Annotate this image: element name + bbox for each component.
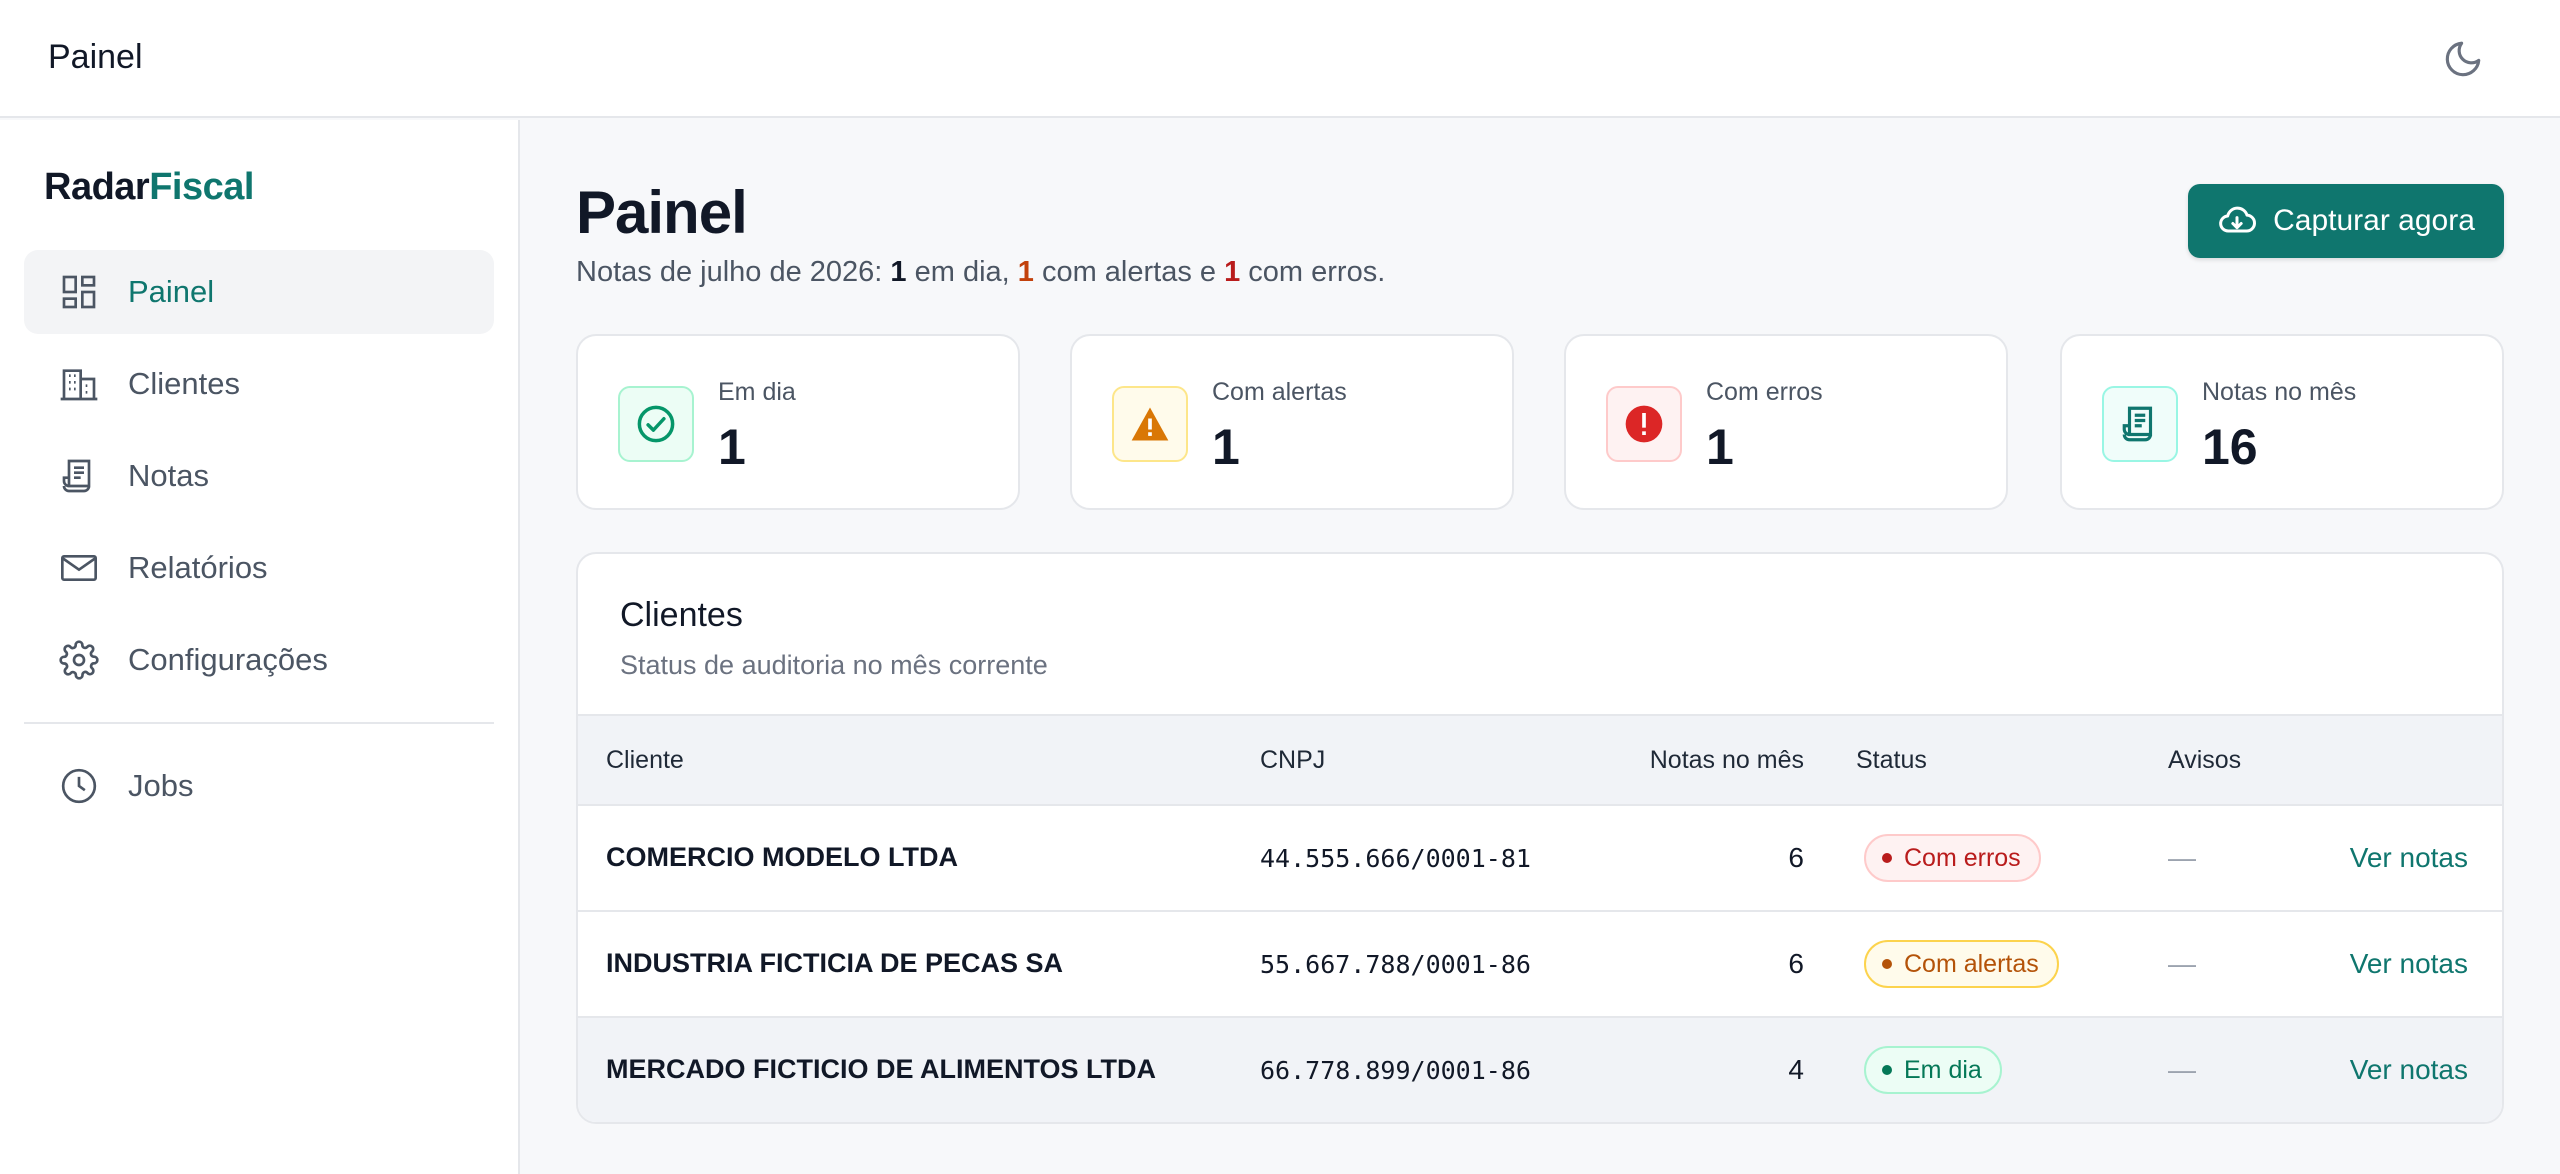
- subtitle-err-count: 1: [1224, 256, 1241, 288]
- client-warnings: —: [2168, 1054, 2196, 1085]
- sidebar-item-label: Painel: [128, 274, 215, 309]
- clients-subtitle: Status de auditoria no mês corrente: [620, 650, 1048, 680]
- table-row: INDUSTRIA FICTICIA DE PECAS SA 55.667.78…: [578, 912, 2502, 1018]
- check-circle-icon: [618, 386, 694, 462]
- topbar-title: Painel: [48, 38, 143, 76]
- client-cnpj: 55.667.788/0001-86: [1260, 950, 1531, 979]
- capture-now-button[interactable]: Capturar agora: [2188, 184, 2504, 258]
- stat-card-notas-no-mes: Notas no mês 16: [2060, 334, 2504, 510]
- stat-value: 1: [718, 419, 746, 475]
- client-name: MERCADO FICTICIO DE ALIMENTOS LTDA: [606, 1054, 1156, 1084]
- status-label: Com alertas: [1904, 949, 2039, 978]
- stat-card-com-erros: Com erros 1: [1564, 334, 2008, 510]
- status-label: Em dia: [1904, 1055, 1982, 1084]
- stat-label: Com erros: [1706, 378, 1823, 406]
- subtitle-ok-count: 1: [890, 256, 907, 288]
- mail-icon: [58, 547, 100, 589]
- view-notes-link[interactable]: Ver notas: [2350, 948, 2468, 980]
- view-notes-link[interactable]: Ver notas: [2350, 1054, 2468, 1086]
- gear-icon: [58, 639, 100, 681]
- sidebar: RadarFiscal Painel Clientes Notas Relató…: [0, 120, 520, 1174]
- column-header-status: Status: [1856, 746, 1927, 774]
- table-header: Cliente CNPJ Notas no mês Status Avisos: [578, 714, 2502, 806]
- capture-now-label: Capturar agora: [2273, 204, 2475, 237]
- status-badge: Com erros: [1864, 834, 2041, 882]
- brand-part1: Radar: [44, 166, 150, 208]
- clients-title: Clientes: [620, 596, 743, 634]
- sidebar-item-label: Jobs: [128, 768, 194, 803]
- receipt-icon: [58, 455, 100, 497]
- brand-logo[interactable]: RadarFiscal: [44, 166, 254, 209]
- view-notes-link[interactable]: Ver notas: [2350, 842, 2468, 874]
- sidebar-item-relatorios[interactable]: Relatórios: [24, 526, 494, 610]
- theme-toggle-button[interactable]: [2440, 36, 2486, 82]
- client-notes-count: 6: [1788, 948, 1804, 979]
- building-icon: [58, 363, 100, 405]
- subtitle-warn-count: 1: [1017, 256, 1034, 288]
- subtitle-prefix: Notas de julho de 2026:: [576, 256, 891, 288]
- status-badge: Com alertas: [1864, 940, 2059, 988]
- status-label: Com erros: [1904, 843, 2021, 872]
- client-notes-count: 6: [1788, 842, 1804, 873]
- sidebar-divider: [24, 722, 494, 724]
- stat-cards: Em dia 1 Com alertas 1 Com erros 1 Notas…: [576, 334, 2504, 510]
- sidebar-item-label: Clientes: [128, 366, 240, 401]
- sidebar-item-configuracoes[interactable]: Configurações: [24, 618, 494, 702]
- client-cnpj: 44.555.666/0001-81: [1260, 844, 1531, 873]
- subtitle-warn-text: com alertas e: [1033, 256, 1225, 288]
- stat-card-em-dia: Em dia 1: [576, 334, 1020, 510]
- error-icon: [1606, 386, 1682, 462]
- sidebar-item-label: Configurações: [128, 642, 328, 677]
- column-header-cliente: Cliente: [606, 746, 684, 774]
- table-row: MERCADO FICTICIO DE ALIMENTOS LTDA 66.77…: [578, 1018, 2502, 1122]
- stat-value: 16: [2202, 419, 2258, 475]
- moon-icon: [2445, 41, 2481, 77]
- column-header-cnpj: CNPJ: [1260, 746, 1326, 774]
- sidebar-item-label: Relatórios: [128, 550, 268, 585]
- top-bar: Painel: [0, 0, 2560, 118]
- stat-label: Em dia: [718, 378, 796, 406]
- status-dot: [1882, 1065, 1892, 1075]
- status-dot: [1882, 853, 1892, 863]
- client-warnings: —: [2168, 842, 2196, 873]
- stat-label: Notas no mês: [2202, 378, 2357, 406]
- stat-value: 1: [1706, 419, 1734, 475]
- subtitle-err-text: com erros.: [1240, 256, 1386, 288]
- sidebar-nav: Painel Clientes Notas Relatórios Configu…: [24, 250, 494, 836]
- dashboard-icon: [58, 271, 100, 313]
- subtitle-ok-text: em dia,: [906, 256, 1018, 288]
- client-name: INDUSTRIA FICTICIA DE PECAS SA: [606, 948, 1064, 978]
- column-header-notas: Notas no mês: [1649, 746, 1804, 774]
- sidebar-item-label: Notas: [128, 458, 209, 493]
- sidebar-item-jobs[interactable]: Jobs: [24, 744, 494, 828]
- status-badge: Em dia: [1864, 1046, 2002, 1094]
- sidebar-item-clientes[interactable]: Clientes: [24, 342, 494, 426]
- client-warnings: —: [2168, 948, 2196, 979]
- client-cnpj: 66.778.899/0001-86: [1260, 1056, 1531, 1085]
- client-name: COMERCIO MODELO LTDA: [606, 842, 958, 872]
- cloud-download-icon: [2219, 206, 2257, 233]
- table-row: COMERCIO MODELO LTDA 44.555.666/0001-81 …: [578, 806, 2502, 912]
- page-title: Painel: [576, 179, 748, 246]
- sidebar-item-notas[interactable]: Notas: [24, 434, 494, 518]
- brand-part2: Fiscal: [149, 166, 254, 208]
- receipt-icon: [2102, 386, 2178, 462]
- stat-card-com-alertas: Com alertas 1: [1070, 334, 1514, 510]
- page-subtitle: Notas de julho de 2026: 1 em dia, 1 com …: [576, 256, 1385, 289]
- stat-value: 1: [1212, 419, 1240, 475]
- stat-label: Com alertas: [1212, 378, 1347, 406]
- clock-icon: [58, 765, 100, 807]
- status-dot: [1882, 959, 1892, 969]
- sidebar-item-painel[interactable]: Painel: [24, 250, 494, 334]
- client-notes-count: 4: [1788, 1054, 1804, 1085]
- column-header-avisos: Avisos: [2168, 746, 2242, 774]
- warning-icon: [1112, 386, 1188, 462]
- clients-panel: Clientes Status de auditoria no mês corr…: [576, 552, 2504, 1124]
